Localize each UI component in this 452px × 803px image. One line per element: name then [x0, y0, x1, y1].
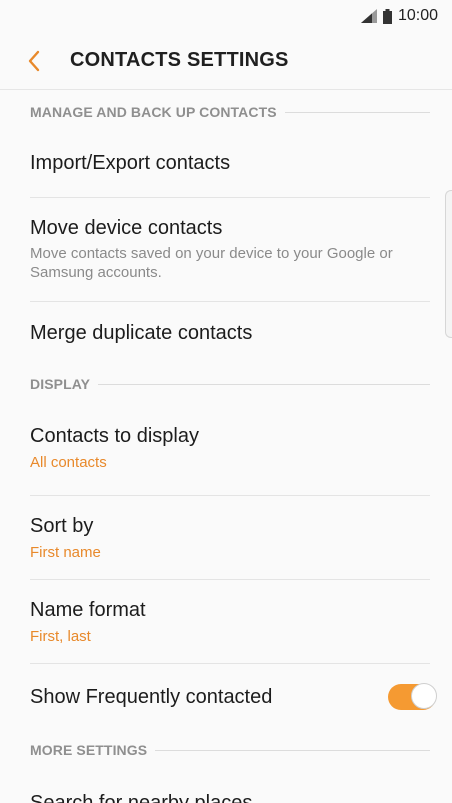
contacts-settings-screen: 10:00 CONTACTS SETTINGS MANAGE AND BACK …: [0, 0, 452, 803]
app-bar: CONTACTS SETTINGS: [0, 32, 452, 90]
contacts-to-display-title: Contacts to display: [30, 424, 199, 447]
section-header-label: MORE SETTINGS: [30, 742, 148, 758]
show-frequently-contacted-toggle[interactable]: [388, 683, 437, 710]
sort-by-value: First name: [30, 543, 101, 561]
section-header-manage: MANAGE AND BACK UP CONTACTS: [30, 90, 430, 130]
search-nearby-places-item[interactable]: Search for nearby places: [30, 766, 430, 803]
section-divider: [98, 383, 430, 385]
status-time: 10:00: [397, 7, 438, 24]
toggle-knob: [411, 683, 437, 709]
sort-by-title: Sort by: [30, 514, 94, 537]
page-title: CONTACTS SETTINGS: [70, 49, 289, 71]
chevron-left-icon: [28, 50, 40, 71]
search-nearby-title: Search for nearby places: [30, 792, 253, 803]
sort-by-item[interactable]: Sort by First name: [30, 496, 430, 580]
contacts-to-display-value: All contacts: [30, 453, 107, 471]
battery-icon: [382, 8, 392, 24]
signal-icon: [360, 9, 377, 23]
section-divider: [284, 111, 430, 113]
merge-duplicate-contacts-item[interactable]: Merge duplicate contacts: [30, 302, 430, 364]
import-export-title: Import/Export contacts: [30, 152, 231, 174]
move-device-title: Move device contacts: [30, 217, 223, 239]
move-device-contacts-item[interactable]: Move device contacts Move contacts saved…: [30, 198, 430, 302]
status-bar: 10:00: [0, 0, 452, 32]
name-format-item[interactable]: Name format First, last: [30, 580, 430, 664]
section-header-display: DISPLAY: [30, 364, 430, 400]
back-button[interactable]: [8, 32, 60, 90]
merge-duplicates-title: Merge duplicate contacts: [30, 321, 253, 344]
name-format-title: Name format: [30, 598, 146, 621]
section-header-label: MANAGE AND BACK UP CONTACTS: [30, 104, 277, 120]
name-format-value: First, last: [30, 627, 91, 645]
section-header-label: DISPLAY: [30, 376, 91, 392]
move-device-description: Move contacts saved on your device to yo…: [30, 245, 393, 281]
section-header-more: MORE SETTINGS: [30, 730, 430, 766]
contacts-to-display-item[interactable]: Contacts to display All contacts: [30, 400, 430, 496]
show-frequently-contacted-item[interactable]: Show Frequently contacted: [30, 664, 437, 730]
scroll-handle[interactable]: [445, 190, 452, 338]
settings-list: MANAGE AND BACK UP CONTACTS Import/Expor…: [0, 90, 452, 803]
import-export-contacts-item[interactable]: Import/Export contacts: [30, 130, 430, 198]
show-frequently-contacted-title: Show Frequently contacted: [30, 685, 273, 708]
section-divider: [155, 749, 430, 751]
